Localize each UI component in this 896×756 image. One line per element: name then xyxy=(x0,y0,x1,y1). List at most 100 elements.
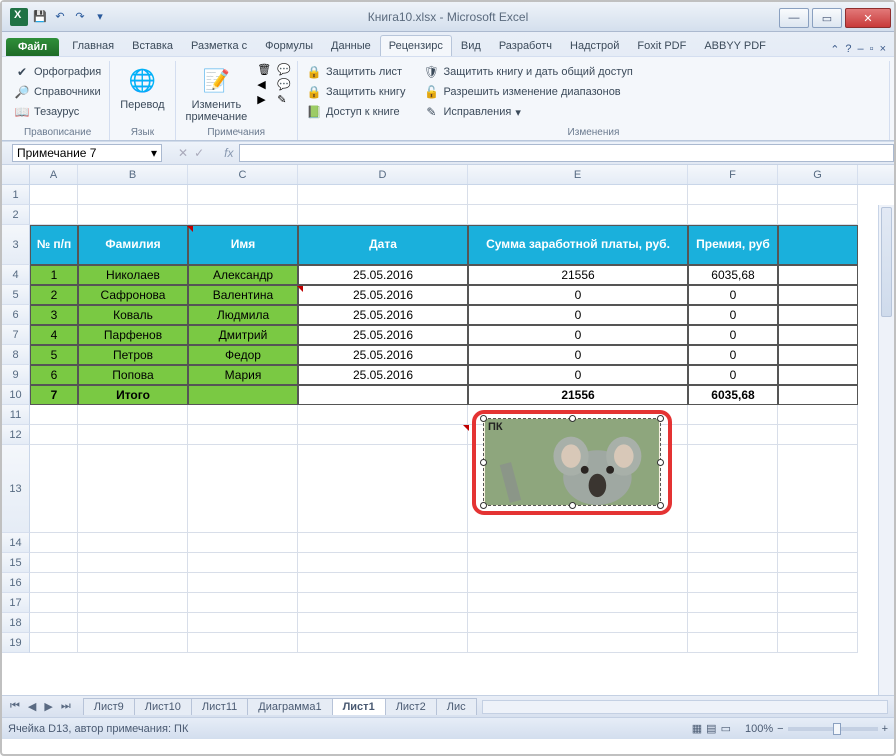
cell[interactable] xyxy=(188,613,298,633)
zoom-slider[interactable] xyxy=(788,727,878,731)
cell[interactable]: 0 xyxy=(468,325,688,345)
cell[interactable] xyxy=(468,633,688,653)
tab-page-layout[interactable]: Разметка с xyxy=(182,35,256,56)
name-box-dropdown-icon[interactable]: ▾ xyxy=(151,146,157,160)
row-header[interactable]: 6 xyxy=(2,305,30,325)
cell[interactable] xyxy=(188,573,298,593)
col-header-f[interactable]: F xyxy=(688,165,778,184)
cell[interactable] xyxy=(78,185,188,205)
cell[interactable] xyxy=(688,425,778,445)
cell[interactable]: 0 xyxy=(468,305,688,325)
cell[interactable] xyxy=(188,205,298,225)
cell[interactable]: Мария xyxy=(188,365,298,385)
cell[interactable] xyxy=(688,573,778,593)
resize-handle[interactable] xyxy=(657,415,664,422)
file-tab[interactable]: Файл xyxy=(6,38,59,56)
tab-abbyy[interactable]: ABBYY PDF xyxy=(695,35,775,56)
translate-button[interactable]: 🌐 Перевод xyxy=(116,63,168,113)
resize-handle[interactable] xyxy=(480,415,487,422)
row-header[interactable]: 3 xyxy=(2,225,30,265)
name-box[interactable]: Примечание 7 ▾ xyxy=(12,144,162,162)
minimize-button[interactable]: — xyxy=(779,8,809,28)
cell[interactable] xyxy=(778,533,858,553)
cell[interactable] xyxy=(778,205,858,225)
cell[interactable] xyxy=(30,445,78,533)
select-all-corner[interactable] xyxy=(2,165,30,184)
cell[interactable] xyxy=(688,185,778,205)
cell[interactable] xyxy=(78,593,188,613)
cell[interactable] xyxy=(778,265,858,285)
cell[interactable]: Коваль xyxy=(78,305,188,325)
prev-comment-icon[interactable]: ◀ xyxy=(257,78,271,91)
cell[interactable]: Петров xyxy=(78,345,188,365)
cell[interactable] xyxy=(188,593,298,613)
row-header[interactable]: 18 xyxy=(2,613,30,633)
cell[interactable] xyxy=(188,185,298,205)
sheet-tab[interactable]: Лист1 xyxy=(332,698,386,715)
cell[interactable] xyxy=(30,405,78,425)
cell[interactable] xyxy=(78,445,188,533)
cell[interactable]: Федор xyxy=(188,345,298,365)
resize-handle[interactable] xyxy=(480,502,487,509)
allow-ranges-button[interactable]: 🔓Разрешить изменение диапазонов xyxy=(421,83,634,101)
zoom-out-button[interactable]: − xyxy=(777,723,783,735)
undo-icon[interactable]: ↶ xyxy=(52,9,68,25)
cell[interactable] xyxy=(298,405,468,425)
page-layout-view-icon[interactable]: ▤ xyxy=(706,722,716,735)
delete-comment-icon[interactable]: 🗑 xyxy=(257,63,271,76)
cancel-icon[interactable]: ✕ xyxy=(178,146,188,160)
fx-icon[interactable]: fx xyxy=(224,146,233,160)
mdi-restore-icon[interactable]: ▫ xyxy=(870,43,874,56)
cell[interactable] xyxy=(468,533,688,553)
cell[interactable] xyxy=(778,365,858,385)
cell[interactable] xyxy=(298,205,468,225)
track-changes-button[interactable]: ✎Исправления ▾ xyxy=(421,103,634,121)
thesaurus-button[interactable]: 📖Тезаурус xyxy=(12,103,103,121)
tab-formulas[interactable]: Формулы xyxy=(256,35,322,56)
cell[interactable] xyxy=(30,185,78,205)
sheet-tab[interactable]: Лист11 xyxy=(191,698,248,715)
row-header[interactable]: 4 xyxy=(2,265,30,285)
cell[interactable]: 0 xyxy=(468,365,688,385)
cell[interactable] xyxy=(778,305,858,325)
tab-data[interactable]: Данные xyxy=(322,35,380,56)
share-workbook-button[interactable]: 📗Доступ к книге xyxy=(304,103,408,121)
cell[interactable] xyxy=(30,593,78,613)
cell[interactable] xyxy=(188,445,298,533)
cell[interactable] xyxy=(30,633,78,653)
cell[interactable]: 25.05.2016 xyxy=(298,345,468,365)
row-header[interactable]: 11 xyxy=(2,405,30,425)
vscroll-thumb[interactable] xyxy=(881,207,892,317)
cell[interactable] xyxy=(78,613,188,633)
tab-insert[interactable]: Вставка xyxy=(123,35,182,56)
zoom-thumb[interactable] xyxy=(833,723,841,735)
row-header[interactable]: 19 xyxy=(2,633,30,653)
cell[interactable] xyxy=(298,385,468,405)
cell[interactable] xyxy=(298,573,468,593)
cell[interactable]: Валентина xyxy=(188,285,298,305)
cell[interactable]: 6035,68 xyxy=(688,265,778,285)
research-button[interactable]: 🔎Справочники xyxy=(12,83,103,101)
cell[interactable]: 0 xyxy=(688,365,778,385)
resize-handle[interactable] xyxy=(657,459,664,466)
cell[interactable] xyxy=(688,205,778,225)
cell[interactable] xyxy=(298,593,468,613)
row-header[interactable]: 17 xyxy=(2,593,30,613)
row-header[interactable]: 5 xyxy=(2,285,30,305)
cell[interactable] xyxy=(30,425,78,445)
cell[interactable]: Итого xyxy=(78,385,188,405)
tab-developer[interactable]: Разработч xyxy=(490,35,561,56)
cell[interactable] xyxy=(688,613,778,633)
resize-handle[interactable] xyxy=(569,415,576,422)
row-header[interactable]: 1 xyxy=(2,185,30,205)
row-header[interactable]: 9 xyxy=(2,365,30,385)
mdi-minimize-icon[interactable]: – xyxy=(858,43,864,56)
cell[interactable]: Парфенов xyxy=(78,325,188,345)
cell[interactable] xyxy=(778,385,858,405)
cell[interactable]: Фамилия xyxy=(78,225,188,265)
row-header[interactable]: 12 xyxy=(2,425,30,445)
tab-foxit[interactable]: Foxit PDF xyxy=(628,35,695,56)
cell[interactable]: Имя xyxy=(188,225,298,265)
cell[interactable]: 0 xyxy=(688,325,778,345)
resize-handle[interactable] xyxy=(657,502,664,509)
